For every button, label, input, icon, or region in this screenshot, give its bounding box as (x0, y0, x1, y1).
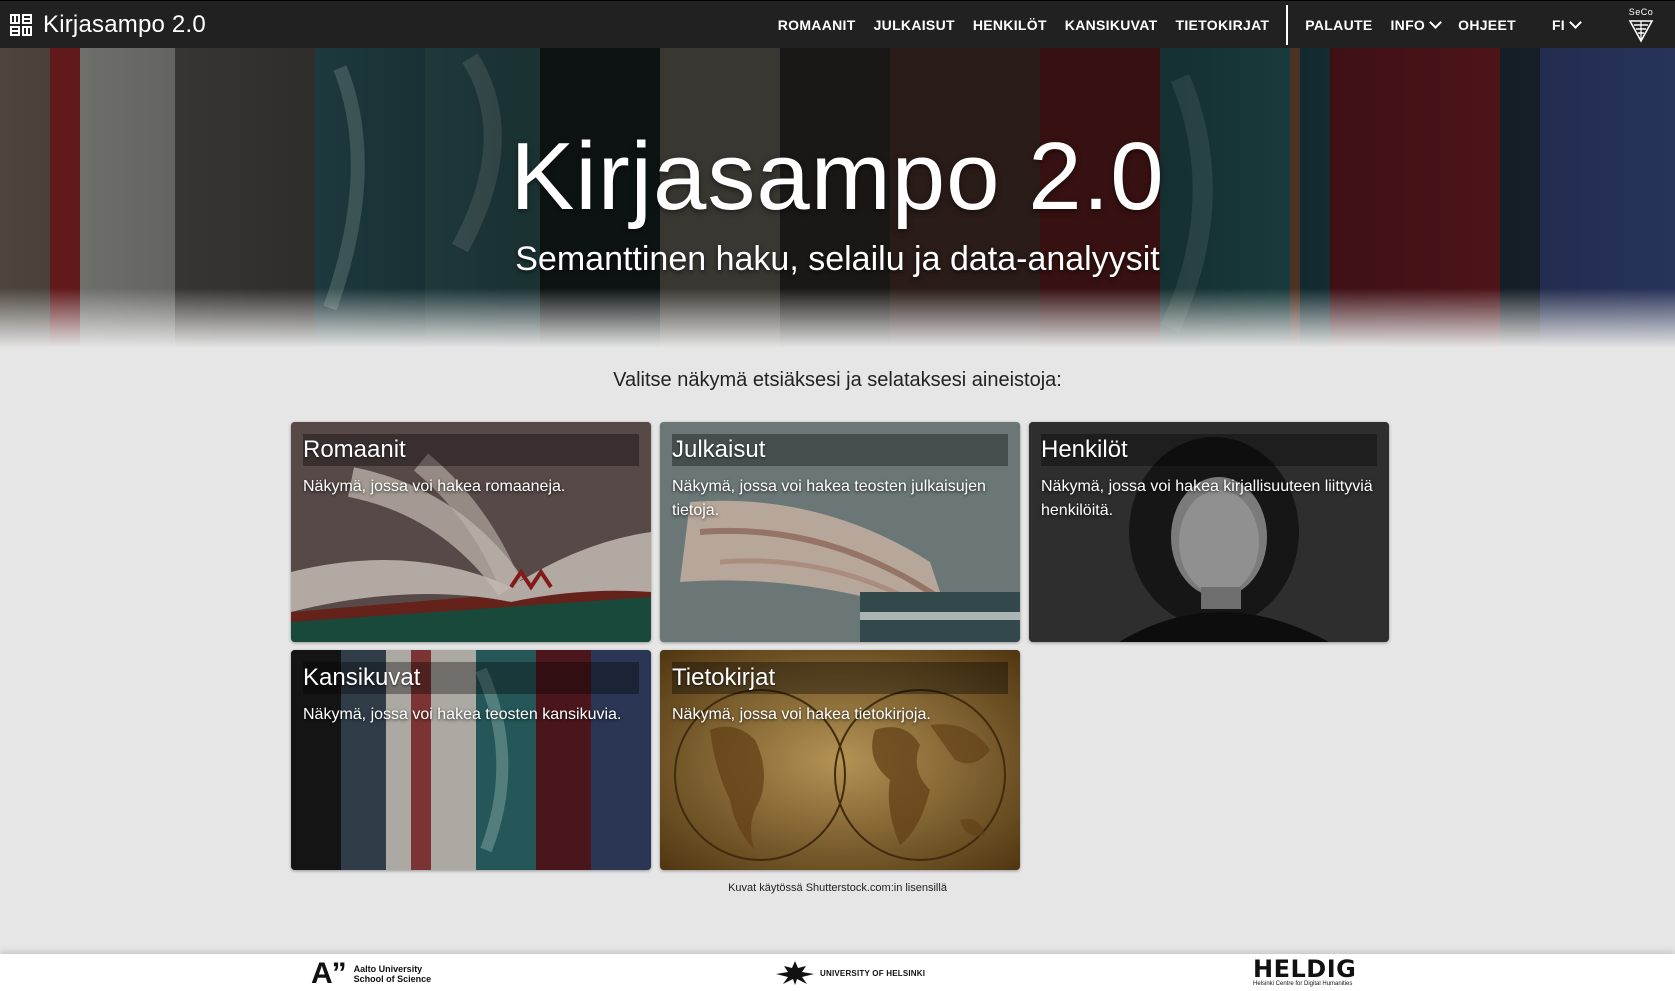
card-description: Näkymä, jossa voi hakea tietokirjoja. (672, 706, 931, 723)
seco-label: SeCo (1628, 7, 1654, 17)
image-credit: Kuvat käytössä Shutterstock.com:in lisen… (728, 882, 947, 894)
heldig-logo-mark: HELDIG (1253, 955, 1357, 983)
card-description: Näkymä, jossa voi hakea kirjallisuuteen … (1041, 478, 1373, 519)
aalto-line2: School of Science (353, 974, 432, 984)
card-kansikuvat[interactable]: Kansikuvat Näkymä, jossa voi hakea teost… (291, 650, 651, 870)
aalto-logo-text: Aalto University School of Science (354, 964, 432, 984)
nav-divider (1286, 5, 1289, 45)
card-description: Näkymä, jossa voi hakea teosten kansikuv… (303, 706, 622, 723)
nav-ohjeet[interactable]: OHJEET (1449, 1, 1525, 49)
chevron-down-icon (1569, 16, 1582, 29)
card-tietokirjat[interactable]: Tietokirjat Näkymä, jossa voi hakea tiet… (660, 650, 1020, 870)
university-of-helsinki-text: UNIVERSITY OF HELSINKI (820, 968, 926, 978)
nav-kansikuvat[interactable]: KANSIKUVAT (1056, 1, 1167, 49)
card-description: Näkymä, jossa voi hakea teosten julkaisu… (672, 478, 986, 519)
kirjasampo-logo-icon (10, 13, 32, 36)
intro-text: Valitse näkymä etsiäksesi ja selataksesi… (613, 369, 1062, 391)
card-romaanit[interactable]: Romaanit Näkymä, jossa voi hakea romaane… (291, 422, 651, 642)
university-of-helsinki-logo-link[interactable]: UNIVERSITY OF HELSINKI (774, 960, 925, 986)
language-menu[interactable]: FI (1543, 1, 1589, 49)
card-title: Tietokirjat (672, 664, 776, 691)
chevron-down-icon (1429, 16, 1442, 29)
card-henkilot[interactable]: Henkilöt Näkymä, jossa voi hakea kirjall… (1029, 422, 1389, 642)
top-nav: ROMAANIT JULKAISUT HENKILÖT KANSIKUVAT T… (769, 1, 1675, 49)
hero-banner: Kirjasampo 2.0 Semanttinen haku, selailu… (0, 48, 1675, 348)
language-label: FI (1551, 17, 1565, 33)
nav-info-menu[interactable]: INFO (1381, 1, 1449, 49)
home-link[interactable]: Kirjasampo 2.0 (9, 11, 206, 39)
card-title: Kansikuvat (303, 664, 421, 691)
nav-info-label: INFO (1390, 17, 1426, 33)
card-description: Näkymä, jossa voi hakea romaaneja. (303, 478, 566, 495)
hero-subtitle: Semanttinen haku, selailu ja data-analyy… (515, 240, 1160, 278)
hero-title: Kirjasampo 2.0 (510, 123, 1165, 230)
aalto-logo-link[interactable]: A” Aalto University School of Science (311, 959, 431, 989)
aalto-line1: Aalto University (353, 964, 423, 974)
nav-romaanit[interactable]: ROMAANIT (769, 1, 865, 49)
app-title: Kirjasampo 2.0 (43, 10, 206, 38)
nav-palaute[interactable]: PALAUTE (1296, 1, 1381, 49)
card-title: Julkaisut (672, 436, 766, 463)
seco-logo-icon (1628, 20, 1654, 43)
app-bar: Kirjasampo 2.0 ROMAANIT JULKAISUT HENKIL… (0, 0, 1675, 48)
seco-link[interactable]: SeCo (1617, 1, 1665, 49)
card-title: Henkilöt (1041, 436, 1128, 463)
aalto-logo-mark: A” (311, 957, 347, 990)
footer: A” Aalto University School of Science UN… (0, 954, 1675, 991)
card-julkaisut[interactable]: Julkaisut Näkymä, jossa voi hakea teoste… (660, 422, 1020, 642)
nav-julkaisut[interactable]: JULKAISUT (865, 1, 964, 49)
nav-tietokirjat[interactable]: TIETOKIRJAT (1167, 1, 1279, 49)
heldig-logo-subtext: Helsinki Centre for Digital Humanities (1253, 981, 1353, 987)
heldig-logo-link[interactable]: HELDIG Helsinki Centre for Digital Human… (1253, 957, 1356, 988)
helsinki-flame-icon (776, 961, 814, 985)
card-title: Romaanit (303, 436, 406, 463)
nav-henkilot[interactable]: HENKILÖT (964, 1, 1056, 49)
